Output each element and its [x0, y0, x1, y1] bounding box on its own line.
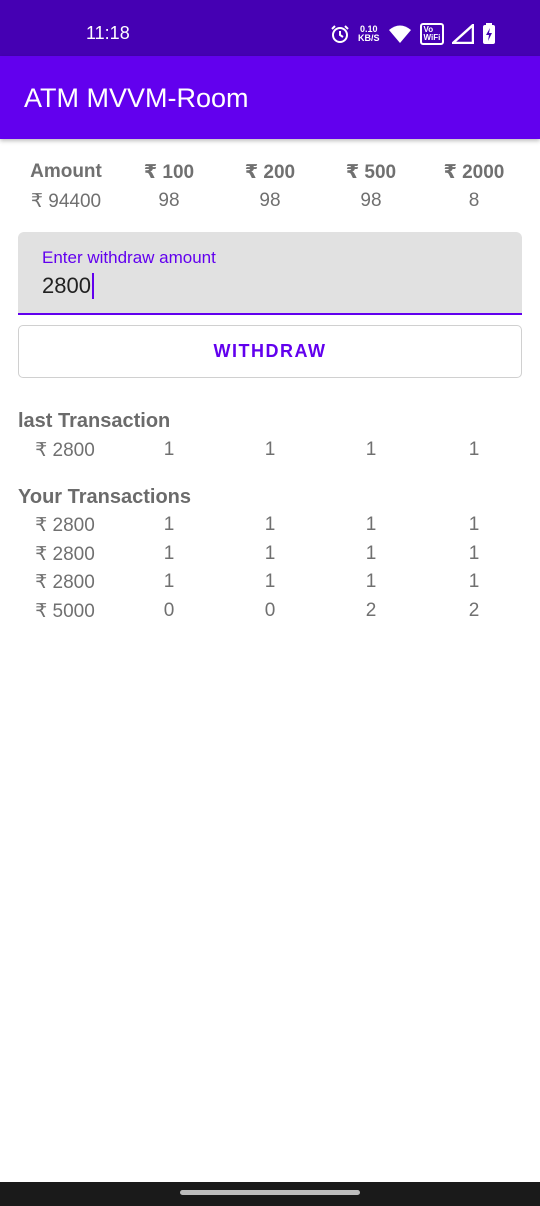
network-speed-unit: KB/S [358, 33, 380, 43]
transaction-100: 1 [163, 571, 175, 592]
status-time: 11:18 [86, 23, 130, 43]
last-transaction-title: last Transaction [18, 410, 171, 432]
header-2000: ₹ 2000 [443, 162, 505, 183]
last-transaction-500: 1 [365, 439, 377, 460]
vowifi-icon: Vo WiFi [419, 23, 445, 45]
signal-icon [452, 24, 475, 44]
network-speed: 0.10 KB/S [358, 25, 380, 43]
transaction-500: 2 [365, 600, 377, 621]
transaction-amount: ₹ 2800 [35, 515, 95, 536]
transaction-amount: ₹ 5000 [35, 601, 95, 622]
withdraw-amount-input[interactable]: 2800 [42, 273, 94, 299]
withdraw-amount-field[interactable]: Enter withdraw amount 2800 [18, 232, 522, 315]
text-caret [91, 273, 94, 299]
header-amount: Amount [30, 161, 102, 182]
transaction-500: 1 [365, 514, 377, 535]
transaction-100: 1 [163, 543, 175, 564]
withdraw-amount-value: 2800 [42, 273, 91, 298]
home-gesture-handle[interactable] [180, 1190, 360, 1195]
transaction-100: 0 [163, 600, 175, 621]
count-500: 98 [360, 190, 382, 211]
app-bar: ATM MVVM-Room [0, 56, 540, 139]
alarm-icon [331, 25, 349, 43]
transaction-2000: 1 [468, 514, 480, 535]
last-transaction-amount: ₹ 2800 [35, 440, 95, 461]
transaction-amount: ₹ 2800 [35, 544, 95, 565]
last-transaction-200: 1 [264, 439, 276, 460]
app-title: ATM MVVM-Room [24, 83, 249, 113]
header-200: ₹ 200 [244, 162, 296, 183]
transaction-100: 1 [163, 514, 175, 535]
your-transactions-title: Your Transactions [18, 486, 192, 508]
count-2000: 8 [468, 190, 480, 211]
transaction-200: 0 [264, 600, 276, 621]
transaction-200: 1 [264, 514, 276, 535]
last-transaction-100: 1 [163, 439, 175, 460]
transaction-2000: 1 [468, 543, 480, 564]
transaction-500: 1 [365, 543, 377, 564]
header-500: ₹ 500 [345, 162, 397, 183]
balance-amount: ₹ 94400 [30, 191, 102, 212]
withdraw-button[interactable]: WITHDRAW [18, 325, 522, 378]
vowifi-bottom: WiFi [423, 33, 441, 42]
transaction-2000: 2 [468, 600, 480, 621]
transaction-500: 1 [365, 571, 377, 592]
status-bar: 11:18 0.10 KB/S Vo WiFi [0, 0, 540, 56]
last-transaction-2000: 1 [468, 439, 480, 460]
header-100: ₹ 100 [143, 162, 195, 183]
status-icons: 0.10 KB/S Vo WiFi [330, 22, 496, 46]
navigation-bar [0, 1182, 540, 1206]
wifi-icon [388, 25, 411, 43]
count-100: 98 [158, 190, 180, 211]
transaction-200: 1 [264, 543, 276, 564]
count-200: 98 [259, 190, 281, 211]
transaction-amount: ₹ 2800 [35, 572, 95, 593]
withdraw-amount-label: Enter withdraw amount [42, 248, 216, 267]
transaction-2000: 1 [468, 571, 480, 592]
battery-icon [483, 23, 496, 44]
transaction-200: 1 [264, 571, 276, 592]
